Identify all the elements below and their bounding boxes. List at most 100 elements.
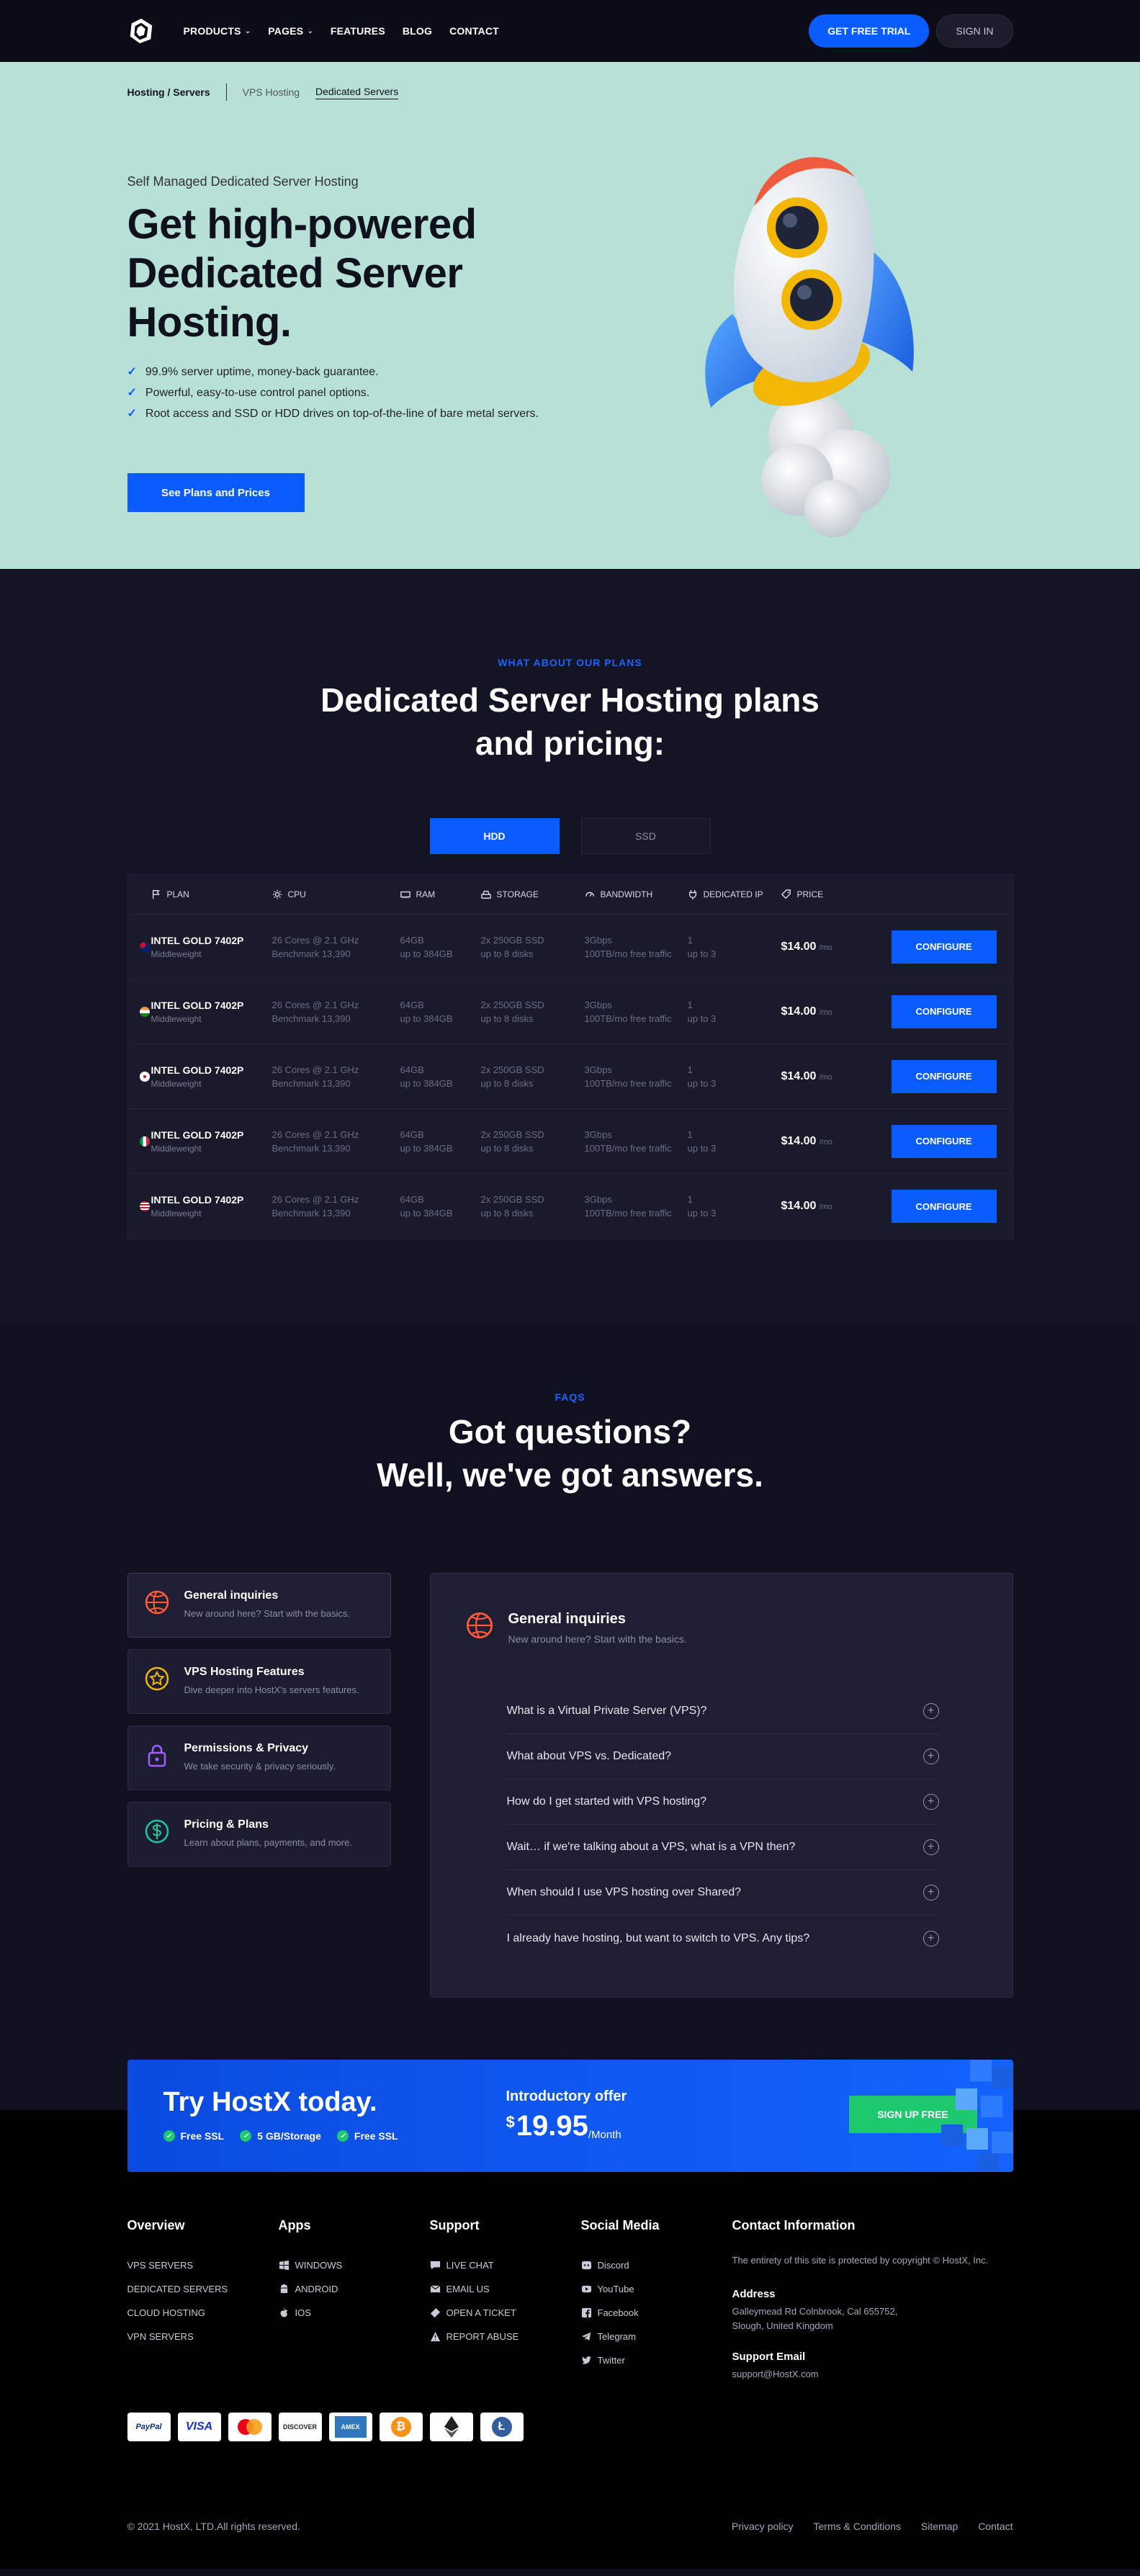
- chevron-down-icon: ⌄: [244, 27, 251, 35]
- configure-button[interactable]: CONFIGURE: [891, 1124, 997, 1158]
- table-header: PLAN CPU RAM STORAGE BANDWIDTH DEDICATED…: [127, 875, 1013, 915]
- footer-link[interactable]: YouTube: [581, 2277, 732, 2301]
- faq-panel-header: General inquiries New around here? Start …: [465, 1611, 687, 1645]
- bitcoin-icon: ₿: [379, 2413, 423, 2441]
- configure-button[interactable]: CONFIGURE: [891, 995, 997, 1028]
- breadcrumb-root[interactable]: Hosting / Servers: [127, 86, 210, 98]
- faq-question[interactable]: Wait… if we're talking about a VPS, what…: [506, 1825, 939, 1870]
- bandwidth-traffic: 100TB/mo free traffic: [584, 1013, 672, 1024]
- table-row: INTEL GOLD 7402P Middleweight 26 Cores @ …: [128, 1174, 1013, 1239]
- faq-question[interactable]: How do I get started with VPS hosting? +: [506, 1780, 939, 1825]
- breadcrumb-vps[interactable]: VPS Hosting: [243, 86, 300, 98]
- faq-category-pricing[interactable]: Pricing & Plans Learn about plans, paymen…: [127, 1802, 391, 1867]
- free-trial-button[interactable]: GET FREE TRIAL: [809, 14, 930, 48]
- footer-link[interactable]: DEDICATED SERVERS: [127, 2277, 279, 2301]
- nav-products[interactable]: PRODUCTS ⌄: [184, 25, 251, 37]
- flag-icon: [152, 889, 160, 899]
- footer-support: Support LIVE CHAT EMAIL US OPEN A TICKET…: [430, 2218, 581, 2382]
- footer-link[interactable]: VPN SERVERS: [127, 2325, 279, 2348]
- warning-icon: [430, 2331, 440, 2342]
- support-email[interactable]: support@HostX.com: [732, 2367, 992, 2382]
- tab-hdd[interactable]: HDD: [429, 818, 560, 854]
- discord-icon: [581, 2261, 591, 2270]
- footer-link[interactable]: REPORT ABUSE: [430, 2325, 581, 2348]
- faq-category-general[interactable]: General inquiries New around here? Start …: [127, 1573, 391, 1638]
- contact-link[interactable]: Contact: [978, 2521, 1013, 2532]
- storage-value: 2x 250GB SSD: [480, 999, 544, 1010]
- footer-link[interactable]: EMAIL US: [430, 2277, 581, 2301]
- faq-question[interactable]: What is a Virtual Private Server (VPS)? +: [506, 1689, 939, 1734]
- faq-panel: General inquiries New around here? Start …: [429, 1573, 1013, 1998]
- plan-price: $14.00/mo: [781, 1005, 832, 1018]
- footer-link[interactable]: LIVE CHAT: [430, 2253, 581, 2277]
- faq-question[interactable]: What about VPS vs. Dedicated? +: [506, 1734, 939, 1780]
- footer-link[interactable]: Telegram: [581, 2325, 732, 2348]
- footer-link[interactable]: ANDROID: [279, 2277, 430, 2301]
- configure-button[interactable]: CONFIGURE: [891, 1059, 997, 1093]
- privacy-link[interactable]: Privacy policy: [732, 2521, 794, 2532]
- cpu-benchmark: Benchmark 13,390: [271, 1208, 351, 1219]
- address-heading: Address: [732, 2288, 776, 2300]
- table-row: INTEL GOLD 7402P Middleweight 26 Cores @ …: [127, 1044, 1013, 1109]
- plans-table: PLAN CPU RAM STORAGE BANDWIDTH DEDICATED…: [127, 874, 1013, 1239]
- faq-category-privacy[interactable]: Permissions & Privacy We take security & …: [127, 1725, 391, 1790]
- footer-link[interactable]: VPS SERVERS: [127, 2253, 279, 2277]
- nav-pages[interactable]: PAGES ⌄: [268, 25, 313, 37]
- plan-name: INTEL GOLD 7402P: [151, 1128, 244, 1141]
- column-bandwidth: BANDWIDTH: [585, 889, 688, 899]
- offer-label: Introductory offer: [506, 2088, 627, 2104]
- footer-link[interactable]: Twitter: [581, 2348, 732, 2372]
- category-desc: Learn about plans, payments, and more.: [184, 1837, 352, 1848]
- footer-link[interactable]: OPEN A TICKET: [430, 2301, 581, 2325]
- plus-circle-icon[interactable]: +: [923, 1839, 939, 1855]
- sign-in-button[interactable]: SIGN IN: [936, 14, 1013, 48]
- footer-link[interactable]: IOS: [279, 2301, 430, 2325]
- hero-feature-list: ✓ 99.9% server uptime, money-back guarant…: [127, 364, 560, 427]
- category-desc: Dive deeper into HostX's servers feature…: [184, 1684, 359, 1695]
- plan-price: $14.00/mo: [781, 1134, 832, 1147]
- check-icon: ✓: [127, 387, 137, 399]
- plans-eyebrow: WHAT ABOUT OUR PLANS: [498, 657, 642, 668]
- category-title: VPS Hosting Features: [184, 1666, 305, 1678]
- breadcrumb-dedicated[interactable]: Dedicated Servers: [315, 86, 399, 99]
- ram-value: 64GB: [400, 1194, 424, 1205]
- footer-link[interactable]: Discord: [581, 2253, 732, 2277]
- cpu-benchmark: Benchmark 13,390: [271, 1142, 351, 1154]
- plus-circle-icon[interactable]: +: [923, 1794, 939, 1810]
- faq-question[interactable]: I already have hosting, but want to swit…: [507, 1916, 939, 1961]
- nav-contact[interactable]: CONTACT: [449, 25, 499, 37]
- footer-link[interactable]: CLOUD HOSTING: [127, 2301, 279, 2325]
- country-flag-icon: [139, 941, 150, 952]
- ram-value: 64GB: [400, 1064, 424, 1075]
- faq-question[interactable]: When should I use VPS hosting over Share…: [506, 1870, 939, 1916]
- plus-circle-icon[interactable]: +: [923, 1930, 939, 1947]
- list-item: ✓ Root access and SSD or HDD drives on to…: [127, 408, 539, 420]
- terms-link[interactable]: Terms & Conditions: [814, 2521, 901, 2532]
- column-plan: PLAN: [150, 889, 272, 899]
- payment-methods: PayPal VISA DISCOVER AMEX ₿ Ł: [127, 2413, 524, 2441]
- plan-price: $14.00/mo: [781, 1200, 832, 1212]
- hero-subtitle: Self Managed Dedicated Server Hosting: [127, 174, 359, 189]
- ram-value: 64GB: [400, 934, 424, 946]
- nav-features[interactable]: FEATURES: [331, 25, 385, 37]
- footer-link[interactable]: WINDOWS: [279, 2253, 430, 2277]
- chat-icon: [430, 2261, 440, 2270]
- nav-blog[interactable]: BLOG: [403, 25, 432, 37]
- tab-ssd[interactable]: SSD: [580, 818, 711, 854]
- configure-button[interactable]: CONFIGURE: [891, 930, 997, 964]
- plus-circle-icon[interactable]: +: [923, 1703, 939, 1719]
- footer-overview: Overview VPS SERVERS DEDICATED SERVERS C…: [127, 2218, 279, 2382]
- plans-title: Dedicated Server Hosting plans and pricin…: [320, 681, 820, 762]
- see-plans-button[interactable]: See Plans and Prices: [127, 473, 305, 512]
- bandwidth-value: 3Gbps: [584, 1194, 612, 1205]
- footer-link[interactable]: Facebook: [581, 2301, 732, 2325]
- plus-circle-icon[interactable]: +: [923, 1885, 939, 1900]
- hostx-logo[interactable]: [127, 17, 155, 45]
- configure-button[interactable]: CONFIGURE: [891, 1190, 997, 1223]
- category-title: General inquiries: [184, 1589, 279, 1602]
- plus-circle-icon[interactable]: +: [923, 1749, 939, 1764]
- list-item: ✓ 99.9% server uptime, money-back guarant…: [127, 366, 379, 378]
- sitemap-link[interactable]: Sitemap: [921, 2521, 958, 2532]
- ip-max: up to 3: [687, 1077, 717, 1089]
- faq-category-vps-features[interactable]: VPS Hosting Features Dive deeper into Hos…: [127, 1649, 391, 1714]
